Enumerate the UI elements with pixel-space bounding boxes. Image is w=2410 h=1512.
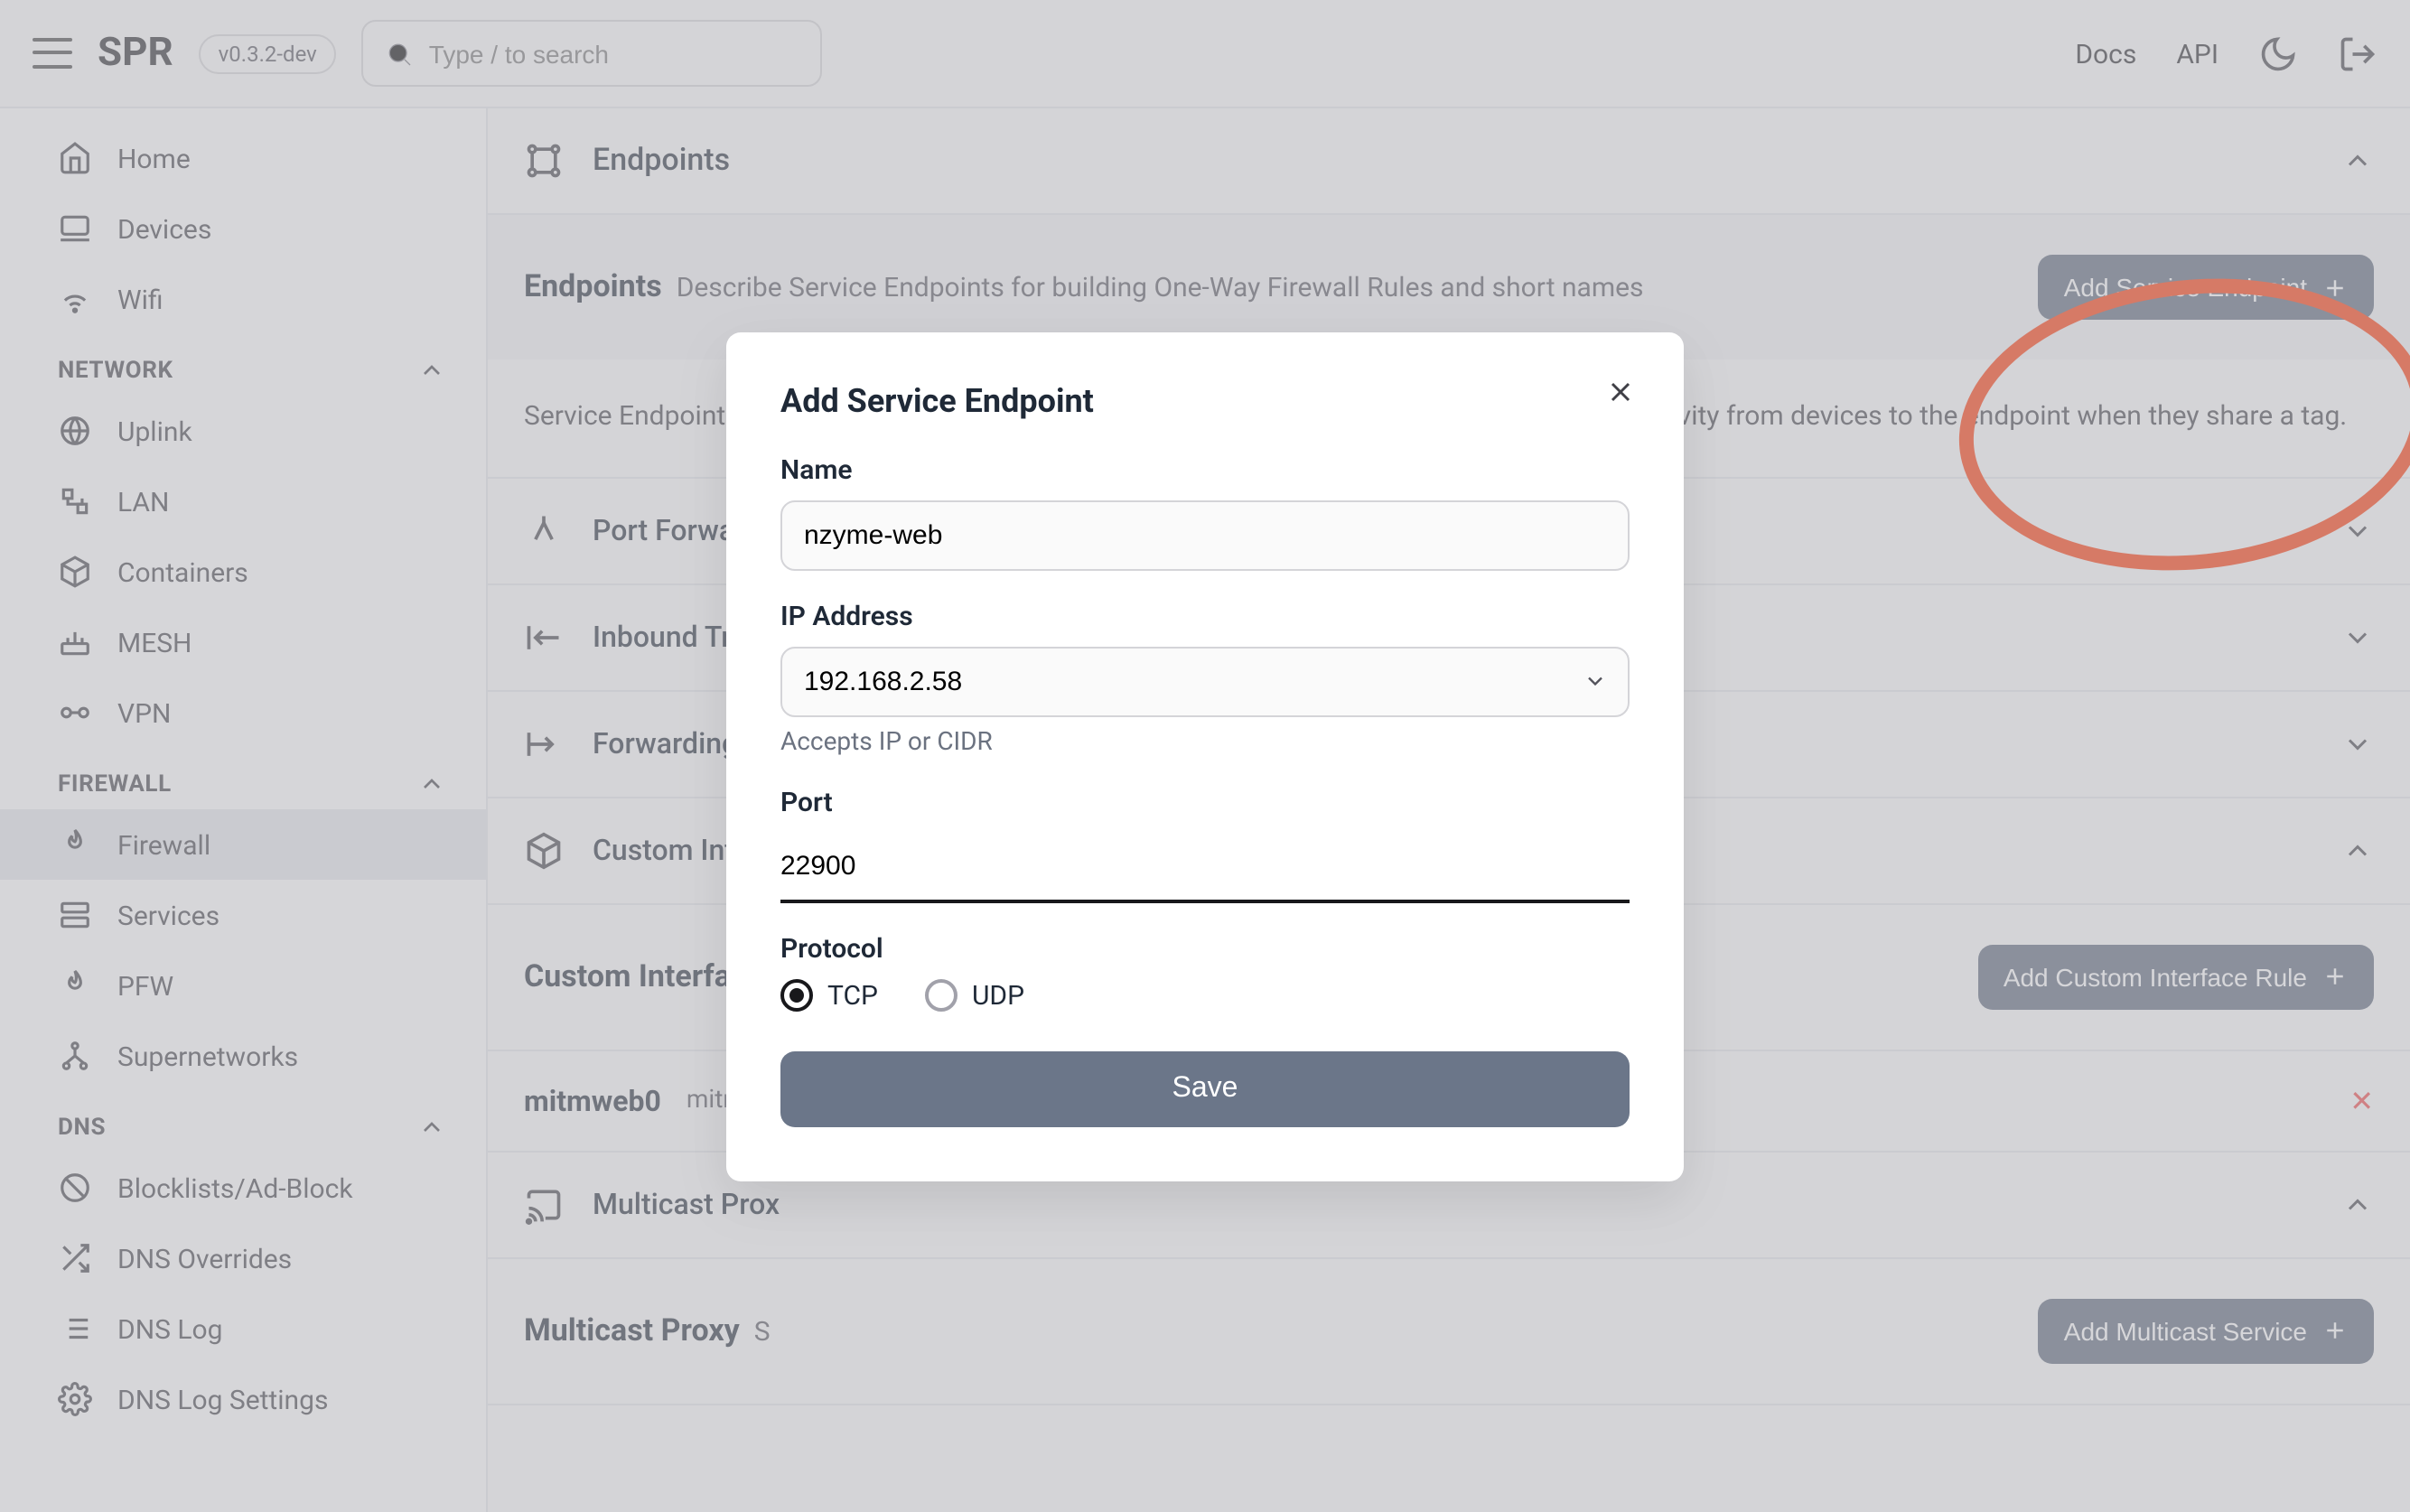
port-input[interactable] [780, 832, 1630, 902]
chevron-down-icon[interactable] [1583, 668, 1608, 694]
port-label: Port [780, 785, 1630, 817]
radio-dot-icon [780, 978, 813, 1011]
protocol-label: Protocol [780, 931, 1630, 964]
ip-hint: Accepts IP or CIDR [780, 727, 1630, 756]
ip-input[interactable] [780, 646, 1630, 716]
close-icon[interactable] [1604, 375, 1637, 407]
modal-title: Add Service Endpoint [780, 382, 1630, 420]
name-label: Name [780, 453, 1630, 485]
protocol-tcp-radio[interactable]: TCP [780, 978, 878, 1011]
add-service-endpoint-modal: Add Service Endpoint Name IP Address Acc… [726, 331, 1684, 1181]
save-button[interactable]: Save [780, 1050, 1630, 1126]
name-input[interactable] [780, 499, 1630, 570]
radio-dot-icon [925, 978, 957, 1011]
protocol-udp-radio[interactable]: UDP [925, 978, 1024, 1011]
ip-label: IP Address [780, 599, 1630, 631]
